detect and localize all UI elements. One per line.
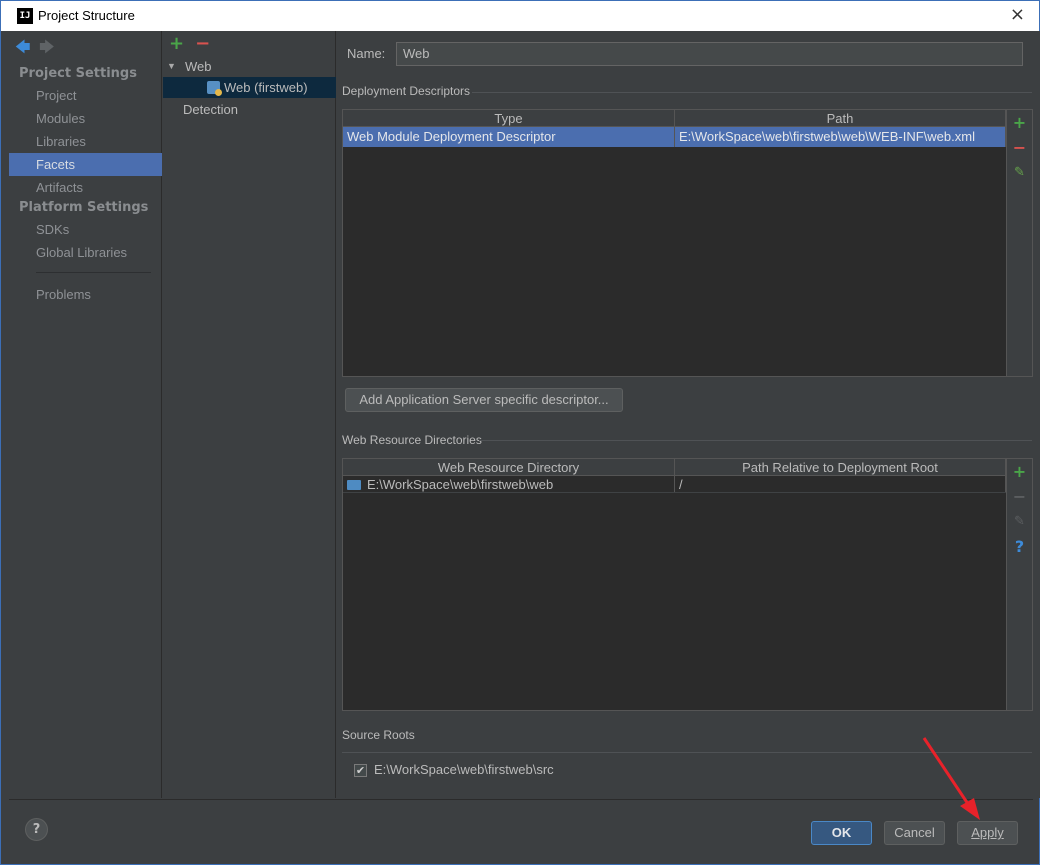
edit-pencil-icon: ✎ — [1014, 514, 1025, 529]
resource-directory-cell: E:\WorkSpace\web\firstweb\web — [343, 476, 675, 492]
tree-node-label: Detection — [183, 102, 238, 117]
section-project-settings: Project Settings — [19, 66, 137, 81]
web-resource-directories-title: Web Resource Directories — [342, 433, 482, 447]
sidebar-item-project[interactable]: Project — [9, 84, 162, 107]
remove-descriptor-icon[interactable]: − — [1007, 135, 1032, 160]
dialog-window: 🡄 🡆 Project Settings Project Modules Lib… — [0, 31, 1040, 865]
column-header-relative-path[interactable]: Path Relative to Deployment Root — [675, 459, 1006, 475]
sidebar-item-modules[interactable]: Modules — [9, 107, 162, 130]
expand-triangle-icon[interactable]: ▼ — [167, 56, 176, 77]
descriptor-path-cell: E:\WorkSpace\web\firstweb\web\WEB-INF\we… — [675, 127, 1006, 147]
group-divider — [472, 92, 1032, 93]
ok-button[interactable]: OK — [811, 821, 872, 845]
sidebar-item-global-libraries[interactable]: Global Libraries — [9, 241, 162, 264]
remove-facet-icon[interactable]: − — [195, 33, 217, 54]
add-server-descriptor-button[interactable]: Add Application Server specific descript… — [345, 388, 623, 412]
tree-toolbar: + − — [169, 33, 217, 54]
question-icon[interactable]: ? — [1007, 534, 1032, 559]
name-label: Name: — [347, 46, 386, 61]
group-divider — [479, 440, 1032, 441]
resource-directory-text: E:\WorkSpace\web\firstweb\web — [367, 477, 554, 492]
close-icon[interactable]: × — [1010, 5, 1025, 25]
relative-path-cell: / — [675, 476, 1006, 492]
help-button[interactable]: ? — [25, 818, 48, 841]
name-field[interactable]: Web — [396, 42, 1023, 66]
navigation-arrows: 🡄 🡆 — [15, 37, 59, 56]
back-arrow-icon[interactable]: 🡄 — [15, 37, 35, 62]
cancel-button[interactable]: Cancel — [884, 821, 945, 845]
column-header-path[interactable]: Path — [675, 110, 1006, 126]
source-roots-title: Source Roots — [342, 728, 415, 742]
facet-tree: + − ▼ Web Web (firstweb) Detection — [163, 31, 336, 798]
table-header: Web Resource Directory Path Relative to … — [343, 459, 1006, 476]
tree-node-web[interactable]: ▼ Web — [163, 56, 336, 77]
sidebar-item-facets[interactable]: Facets — [9, 153, 162, 176]
deployment-descriptors-title: Deployment Descriptors — [342, 84, 471, 98]
tree-node-label: Web (firstweb) — [224, 80, 308, 95]
remove-resource-icon: − — [1012, 487, 1027, 506]
section-platform-settings: Platform Settings — [19, 200, 149, 215]
apply-button[interactable]: Apply — [957, 821, 1018, 845]
sidebar-item-sdks[interactable]: SDKs — [9, 218, 162, 241]
window-title: Project Structure — [38, 8, 135, 23]
sidebar-item-artifacts[interactable]: Artifacts — [9, 176, 162, 199]
intellij-icon: IJ — [17, 8, 33, 24]
tree-node-web-firstweb[interactable]: Web (firstweb) — [163, 77, 336, 98]
web-facet-icon — [207, 81, 222, 96]
add-facet-icon[interactable]: + — [169, 33, 191, 54]
table-row[interactable]: E:\WorkSpace\web\firstweb\web / — [343, 476, 1006, 493]
red-annotation-arrow — [922, 737, 980, 820]
sidebar-item-problems[interactable]: Problems — [9, 283, 162, 306]
title-bar: IJ Project Structure × — [0, 0, 1040, 31]
table-row[interactable]: Web Module Deployment Descriptor E:\Work… — [343, 127, 1006, 147]
tree-node-label: Web — [185, 59, 212, 74]
source-root-checkbox[interactable]: ✔ — [354, 764, 367, 777]
sidebar: 🡄 🡆 Project Settings Project Modules Lib… — [9, 31, 162, 798]
edit-pencil-icon[interactable]: ✎ — [1007, 160, 1032, 185]
column-header-type[interactable]: Type — [343, 110, 675, 126]
add-descriptor-icon[interactable]: + — [1007, 110, 1032, 135]
facet-settings-panel: Name: Web Deployment Descriptors Type Pa… — [337, 31, 1040, 798]
table-header: Type Path — [343, 110, 1006, 127]
descriptor-type-cell: Web Module Deployment Descriptor — [343, 127, 675, 147]
sidebar-item-libraries[interactable]: Libraries — [9, 130, 162, 153]
sidebar-divider — [36, 272, 151, 273]
add-resource-icon[interactable]: + — [1007, 459, 1032, 484]
tree-node-detection[interactable]: Detection — [163, 99, 336, 120]
dialog-footer: ? OK Cancel Apply — [9, 799, 1033, 857]
deployment-toolbar: + − ✎ — [1007, 109, 1033, 377]
folder-icon — [347, 480, 361, 490]
source-root-path: E:\WorkSpace\web\firstweb\src — [374, 762, 554, 777]
web-resource-table: Web Resource Directory Path Relative to … — [342, 458, 1007, 711]
column-header-directory[interactable]: Web Resource Directory — [343, 459, 675, 475]
forward-arrow-icon[interactable]: 🡆 — [39, 37, 59, 62]
resource-toolbar: + − ✎ ? — [1007, 458, 1033, 711]
deployment-descriptors-table: Type Path Web Module Deployment Descript… — [342, 109, 1007, 377]
